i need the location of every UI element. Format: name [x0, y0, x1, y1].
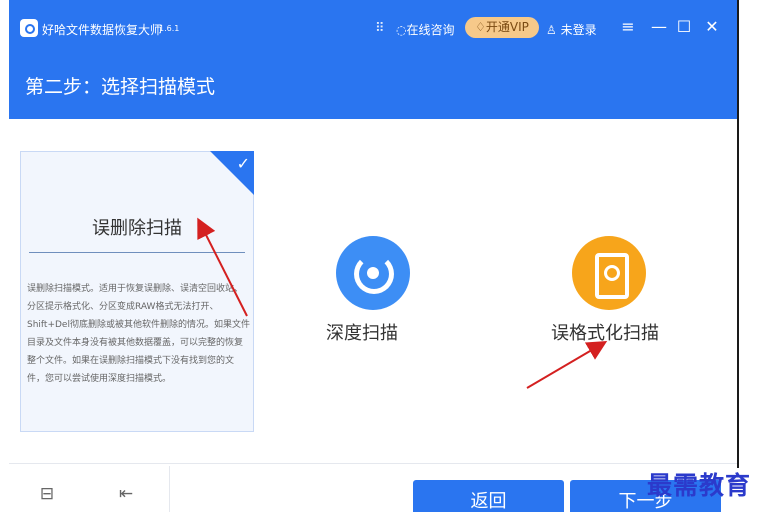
open-folder-icon[interactable]: ⇤ [115, 484, 137, 506]
app-window: 好哈文件数据恢复大师 1.6.1 ⠿ ◌在线咨询 ♢开通VIP ♙ 未登录 ≡ … [9, 0, 737, 512]
menu-icon[interactable]: ≡ [618, 17, 638, 36]
mode-label-format-scan[interactable]: 误格式化扫描 [551, 319, 659, 345]
grid-icon[interactable]: ⠿ [375, 21, 385, 36]
divider [29, 252, 245, 253]
app-name: 好哈文件数据恢复大师 [42, 23, 163, 37]
step-title: 第二步：选择扫描模式 [25, 76, 216, 98]
footer-separator [169, 466, 170, 512]
login-button[interactable]: ♙ 未登录 [546, 21, 597, 38]
radar-dot [367, 267, 379, 279]
radar-icon[interactable] [336, 236, 410, 310]
vip-icon: ♢ [475, 20, 486, 34]
edge-bar [737, 0, 739, 468]
mode-card-deleted-scan[interactable]: ✓ 误删除扫描 误删除扫描模式。适用于恢复误删除、误清空回收站、分区提示格式化、… [20, 151, 254, 432]
mode-title: 误删除扫描 [92, 218, 182, 239]
mode-description: 误删除扫描模式。适用于恢复误删除、误清空回收站、分区提示格式化、分区变成RAW格… [27, 284, 250, 384]
vip-label: 开通VIP [485, 20, 529, 34]
disk-shape [595, 253, 629, 299]
window-edge [737, 0, 773, 512]
close-icon[interactable]: ✕ [702, 17, 722, 36]
step-header: 第二步：选择扫描模式 [9, 58, 737, 119]
mode-label-deep-scan[interactable]: 深度扫描 [326, 319, 398, 345]
user-label: 未登录 [560, 23, 597, 37]
hard-disk-icon[interactable] [572, 236, 646, 310]
check-icon: ✓ [236, 154, 250, 173]
title-bar: 好哈文件数据恢复大师 1.6.1 ⠿ ◌在线咨询 ♢开通VIP ♙ 未登录 ≡ … [9, 0, 737, 58]
toolbox-icon[interactable]: ⊟ [36, 484, 58, 506]
back-button[interactable]: 返回 [413, 480, 564, 512]
online-chat-button[interactable]: ◌在线咨询 [396, 21, 455, 38]
vip-button[interactable]: ♢开通VIP [465, 17, 539, 38]
maximize-icon[interactable]: ☐ [674, 17, 694, 36]
app-version: 1.6.1 [159, 24, 180, 33]
footer-divider [9, 463, 737, 464]
app-logo-icon [20, 19, 38, 37]
minimize-icon[interactable]: — [649, 17, 669, 36]
watermark: 最需教育 [647, 471, 752, 500]
chat-icon: ◌ [396, 23, 407, 37]
chat-label: 在线咨询 [406, 23, 455, 37]
user-icon: ♙ [546, 23, 561, 37]
